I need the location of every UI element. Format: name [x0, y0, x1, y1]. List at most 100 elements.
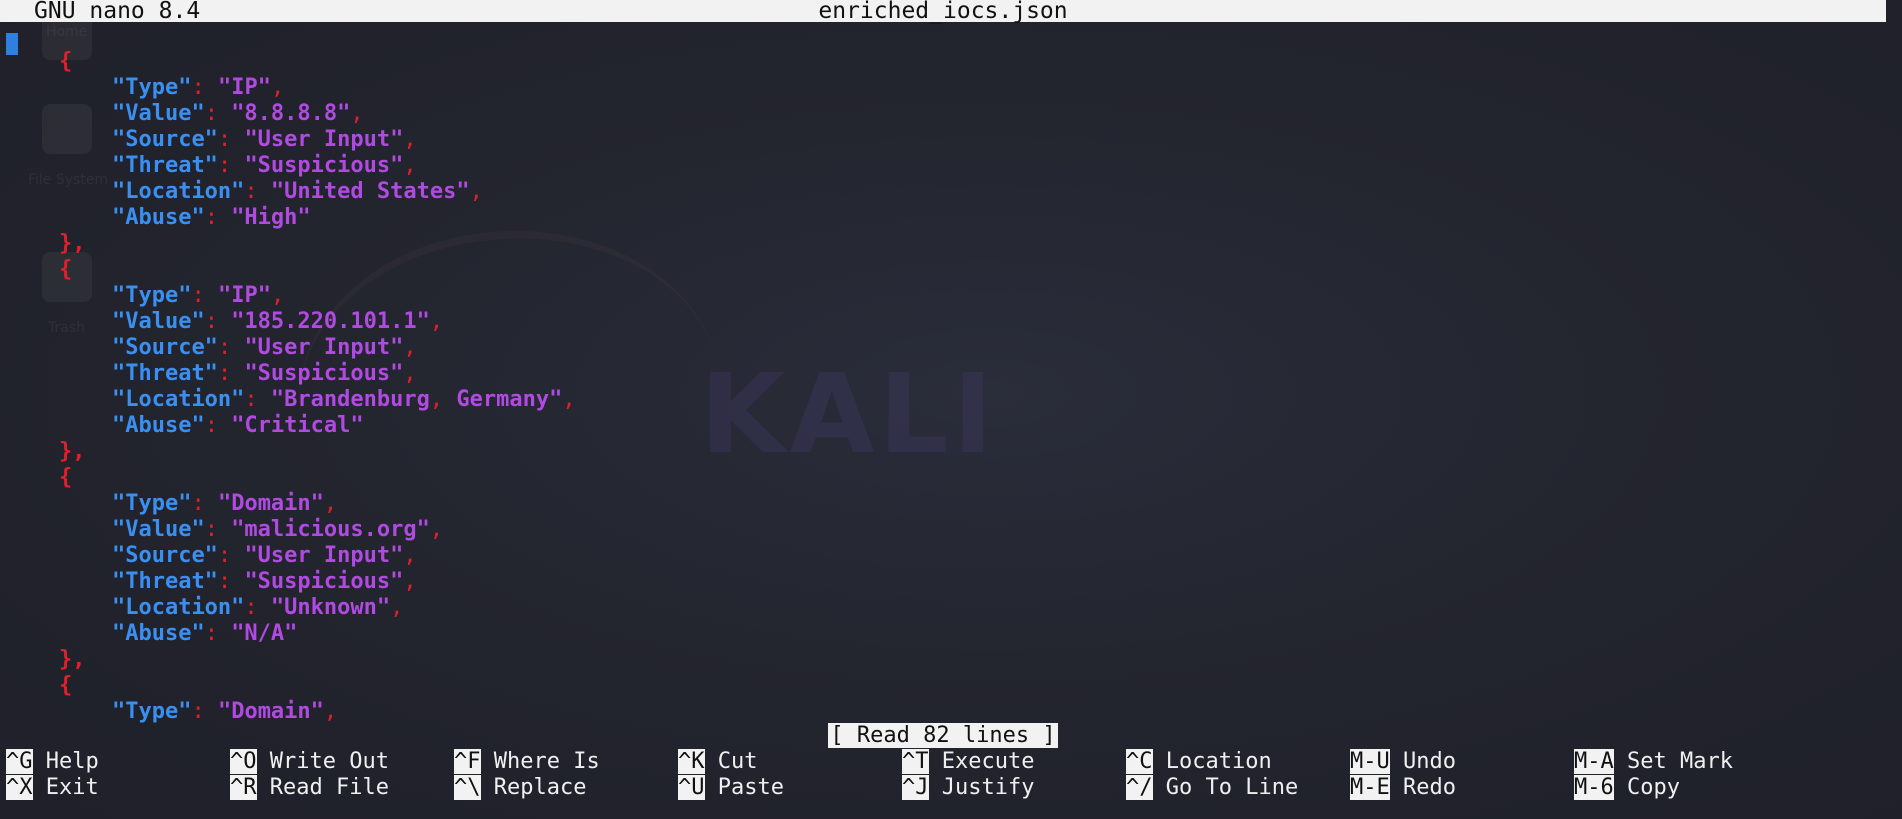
- json-punctuation: ,: [403, 361, 417, 386]
- json-punctuation: :: [204, 517, 232, 542]
- editor-line[interactable]: "Type": "IP",: [6, 283, 1886, 309]
- shortcut-label: Copy: [1613, 775, 1680, 800]
- json-value: "Suspicious": [244, 569, 404, 594]
- shortcut-item[interactable]: ^U Paste: [678, 775, 784, 801]
- shortcut-item[interactable]: M-A Set Mark: [1574, 749, 1733, 775]
- editor-line[interactable]: "Abuse": "N/A": [6, 621, 1886, 647]
- json-key: "Location": [111, 595, 245, 620]
- json-value: "Suspicious": [244, 361, 404, 386]
- json-value: "N/A": [231, 621, 298, 646]
- editor-line[interactable]: "Abuse": "High": [6, 205, 1886, 231]
- json-punctuation: ,: [403, 153, 417, 178]
- shortcut-key: M-U: [1350, 749, 1390, 774]
- editor-line[interactable]: "Source": "User Input",: [6, 543, 1886, 569]
- json-punctuation: },: [58, 231, 86, 256]
- shortcut-item[interactable]: M-6 Copy: [1574, 775, 1680, 801]
- shortcut-item[interactable]: ^T Execute: [902, 749, 1034, 775]
- shortcut-label: Justify: [928, 775, 1035, 800]
- json-key: "Value": [111, 101, 205, 126]
- json-value: "User Input": [244, 127, 404, 152]
- editor-line[interactable]: {: [6, 257, 1886, 283]
- json-key: "Source": [111, 335, 218, 360]
- json-key: "Type": [111, 75, 192, 100]
- json-punctuation: ,: [429, 309, 444, 334]
- shortcut-key: ^X: [6, 775, 33, 800]
- editor-line[interactable]: "Threat": "Suspicious",: [6, 153, 1886, 179]
- editor-line[interactable]: "Value": "8.8.8.8",: [6, 101, 1886, 127]
- editor-line[interactable]: "Location": "United States",: [6, 179, 1886, 205]
- editor-line[interactable]: "Source": "User Input",: [6, 127, 1886, 153]
- shortcut-item[interactable]: ^J Justify: [902, 775, 1034, 801]
- json-key: "Source": [111, 127, 218, 152]
- json-key: "Value": [111, 517, 205, 542]
- json-punctuation: :: [204, 621, 232, 646]
- editor-line[interactable]: },: [6, 231, 1886, 257]
- json-value: "High": [231, 205, 311, 230]
- json-key: "Type": [111, 283, 192, 308]
- json-punctuation: ,: [403, 569, 417, 594]
- status-message: [ Read 82 lines ]: [828, 723, 1058, 748]
- editor-line[interactable]: [: [6, 23, 1886, 55]
- json-key: "Location": [111, 179, 245, 204]
- editor-line[interactable]: {: [6, 49, 1886, 75]
- editor-line[interactable]: "Location": "Unknown",: [6, 595, 1886, 621]
- shortcut-item[interactable]: ^K Cut: [678, 749, 757, 775]
- shortcut-item[interactable]: ^/ Go To Line: [1126, 775, 1298, 801]
- shortcut-key: ^F: [454, 749, 481, 774]
- shortcut-label: Exit: [32, 775, 99, 800]
- json-value: "185.220.101.1": [231, 309, 430, 334]
- shortcut-label: Location: [1152, 749, 1272, 774]
- editor-line[interactable]: "Type": "Domain",: [6, 699, 1886, 725]
- editor-text-area[interactable]: [ { "Type": "IP", "Value": "8.8.8.8", "S…: [6, 23, 1886, 724]
- json-punctuation: ,: [323, 699, 338, 724]
- shortcut-item[interactable]: ^R Read File: [230, 775, 389, 801]
- json-punctuation: :: [204, 309, 232, 334]
- editor-line[interactable]: {: [6, 673, 1886, 699]
- json-key: "Abuse": [111, 205, 205, 230]
- editor-line[interactable]: "Threat": "Suspicious",: [6, 361, 1886, 387]
- json-punctuation: :: [217, 543, 245, 568]
- json-value: "8.8.8.8": [231, 101, 351, 126]
- editor-line[interactable]: "Value": "185.220.101.1",: [6, 309, 1886, 335]
- editor-line[interactable]: },: [6, 647, 1886, 673]
- json-punctuation: :: [204, 205, 232, 230]
- json-punctuation: ,: [390, 595, 404, 620]
- shortcut-item[interactable]: ^\ Replace: [454, 775, 586, 801]
- shortcut-item[interactable]: ^C Location: [1126, 749, 1272, 775]
- json-value: "IP": [217, 283, 271, 308]
- json-key: "Source": [111, 543, 218, 568]
- shortcut-key: ^C: [1126, 749, 1153, 774]
- editor-line[interactable]: "Type": "IP",: [6, 75, 1886, 101]
- shortcut-item[interactable]: ^G Help: [6, 749, 99, 775]
- shortcut-item[interactable]: ^F Where Is: [454, 749, 600, 775]
- status-bar: [ Read 82 lines ]: [0, 723, 1886, 749]
- json-value: "Brandenburg: [270, 387, 430, 412]
- json-key: "Abuse": [111, 413, 205, 438]
- json-punctuation: :: [191, 491, 218, 516]
- terminal-window[interactable]: Home File System Trash KALI GNU nano 8.4…: [0, 0, 1902, 819]
- json-punctuation: :: [217, 569, 245, 594]
- shortcut-key: M-E: [1350, 775, 1390, 800]
- json-punctuation: :: [217, 335, 245, 360]
- shortcut-label: Where Is: [480, 749, 600, 774]
- editor-line[interactable]: },: [6, 439, 1886, 465]
- shortcut-key: M-A: [1574, 749, 1614, 774]
- editor-line[interactable]: "Value": "malicious.org",: [6, 517, 1886, 543]
- json-punctuation: :: [204, 101, 232, 126]
- editor-line[interactable]: {: [6, 465, 1886, 491]
- editor-line[interactable]: "Type": "Domain",: [6, 491, 1886, 517]
- shortcut-item[interactable]: ^O Write Out: [230, 749, 389, 775]
- json-punctuation: ,: [429, 517, 444, 542]
- editor-line[interactable]: "Abuse": "Critical": [6, 413, 1886, 439]
- shortcut-item[interactable]: M-U Undo: [1350, 749, 1456, 775]
- json-punctuation: {: [58, 673, 73, 698]
- json-key: "Threat": [111, 361, 218, 386]
- editor-line[interactable]: "Source": "User Input",: [6, 335, 1886, 361]
- shortcut-item[interactable]: ^X Exit: [6, 775, 99, 801]
- json-punctuation: :: [204, 413, 232, 438]
- json-value: Germany": [456, 387, 563, 412]
- editor-line[interactable]: "Threat": "Suspicious",: [6, 569, 1886, 595]
- shortcut-item[interactable]: M-E Redo: [1350, 775, 1456, 801]
- json-punctuation: :: [217, 153, 245, 178]
- editor-line[interactable]: "Location": "Brandenburg, Germany",: [6, 387, 1886, 413]
